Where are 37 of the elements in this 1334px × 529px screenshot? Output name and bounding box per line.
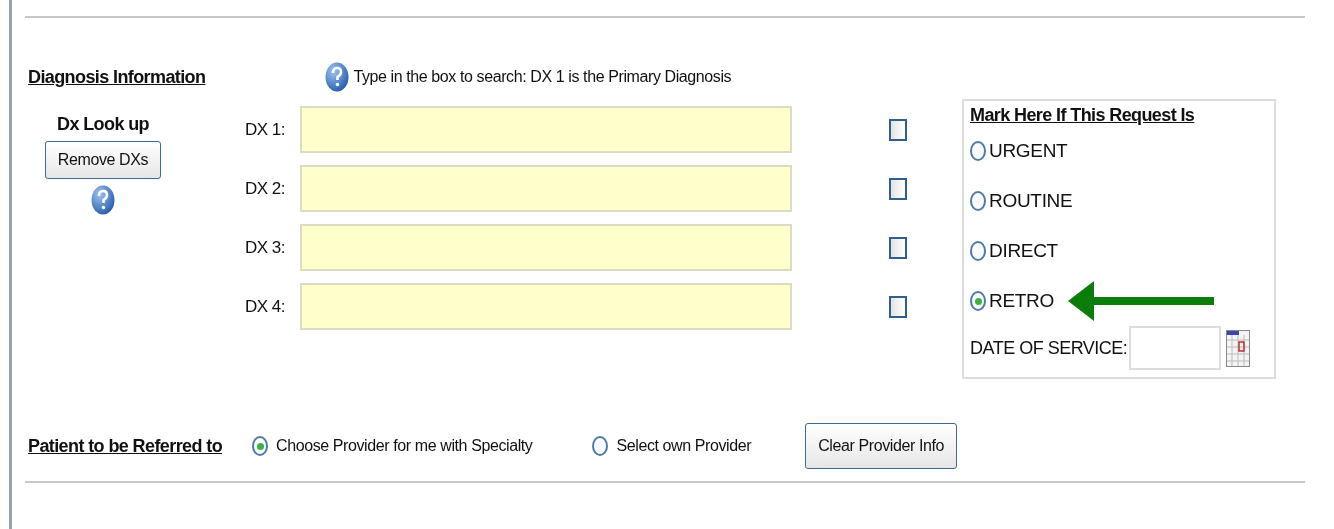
- section-heading: Patient to be Referred to: [28, 435, 223, 457]
- dx-input-field[interactable]: [300, 224, 792, 271]
- option-label: ROUTINE: [989, 190, 1073, 212]
- radio-button[interactable]: [970, 191, 986, 211]
- remove-button[interactable]: Remove DXs: [44, 141, 162, 179]
- option-label: URGENT: [989, 140, 1068, 162]
- lookup-label: Dx Look up: [57, 114, 149, 135]
- date-label: DATE OF SERVICE:: [970, 337, 1128, 359]
- help-icon[interactable]: [91, 185, 115, 215]
- dx-input-field[interactable]: [300, 106, 792, 153]
- checkbox[interactable]: [889, 118, 907, 141]
- dx-input-field[interactable]: [300, 165, 792, 212]
- radio-button[interactable]: [252, 436, 269, 456]
- checkbox[interactable]: [889, 295, 907, 318]
- radio-button[interactable]: [970, 241, 986, 261]
- help-icon[interactable]: [325, 62, 350, 92]
- option-label: Select own Provider: [616, 437, 752, 455]
- section-heading: Diagnosis Information: [28, 66, 206, 88]
- calendar-icon[interactable]: [1226, 329, 1251, 367]
- checkbox[interactable]: [889, 177, 907, 200]
- arrow-icon: [1068, 281, 1214, 321]
- dx-label: DX 1:: [245, 119, 287, 140]
- option-label: DIRECT: [989, 240, 1058, 262]
- dx-label: DX 2:: [245, 178, 287, 199]
- panel-heading: Mark Here If This Request Is: [970, 105, 1196, 126]
- radio-button[interactable]: [592, 436, 609, 456]
- option-label: RETRO: [989, 290, 1054, 312]
- clear-button[interactable]: Clear Provider Info: [805, 423, 957, 469]
- checkbox[interactable]: [889, 236, 907, 259]
- dx-label: DX 3:: [245, 237, 287, 258]
- option-label: Choose Provider for me with Specialty: [276, 437, 533, 455]
- radio-button[interactable]: [970, 141, 986, 161]
- dx-label: DX 4:: [245, 296, 287, 317]
- radio-button[interactable]: [970, 291, 986, 311]
- date-input-field[interactable]: [1129, 326, 1222, 370]
- dx-input-field[interactable]: [300, 283, 792, 330]
- search-hint: Type in the box to search: DX 1 is the Primary Diagnosis: [353, 68, 732, 86]
